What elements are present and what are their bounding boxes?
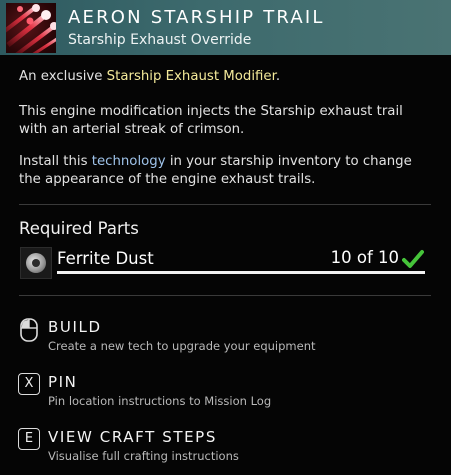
mouse-icon [18, 318, 40, 342]
description-line1: An exclusive Starship Exhaust Modifier. [19, 68, 429, 86]
pin-action[interactable]: X PIN Pin location instructions to Missi… [18, 372, 438, 412]
part-progress-bar [57, 271, 425, 274]
item-title: AERON STARSHIP TRAIL [68, 7, 325, 28]
exhaust-modifier-highlight: Starship Exhaust Modifier [106, 69, 276, 84]
divider [19, 204, 431, 205]
view-craft-steps-action[interactable]: E VIEW CRAFT STEPS Visualise full crafti… [18, 427, 438, 467]
description-text: Install this [19, 154, 92, 169]
view-craft-steps-description: Visualise full crafting instructions [48, 449, 239, 463]
install-instructions: Install this technology in your starship… [19, 153, 429, 189]
divider [19, 295, 431, 296]
ferrite-dust-icon [20, 247, 52, 279]
part-name: Ferrite Dust [57, 249, 154, 268]
x-key-icon: X [18, 373, 40, 395]
description-paragraph: This engine modification injects the Sta… [19, 104, 403, 137]
build-description: Create a new tech to upgrade your equipm… [48, 339, 316, 353]
item-subtitle: Starship Exhaust Override [68, 32, 252, 48]
view-craft-steps-label: VIEW CRAFT STEPS [48, 428, 217, 446]
ferrite-dust-icon-inner [32, 259, 40, 267]
part-count: 10 of 10 [330, 248, 399, 267]
exhaust-trail-icon [6, 3, 56, 53]
build-label: BUILD [48, 318, 102, 336]
technology-link[interactable]: technology [92, 154, 166, 169]
build-action[interactable]: BUILD Create a new tech to upgrade your … [18, 317, 438, 357]
required-parts-title: Required Parts [19, 219, 139, 238]
e-key-icon: E [18, 428, 40, 450]
part-progress-fill [57, 271, 425, 274]
pin-description: Pin location instructions to Mission Log [48, 394, 272, 408]
item-header: AERON STARSHIP TRAIL Starship Exhaust Ov… [0, 0, 451, 55]
description-text: . [275, 69, 281, 84]
description-text: An exclusive [19, 69, 107, 84]
check-icon [402, 250, 424, 268]
pin-label: PIN [48, 373, 78, 391]
